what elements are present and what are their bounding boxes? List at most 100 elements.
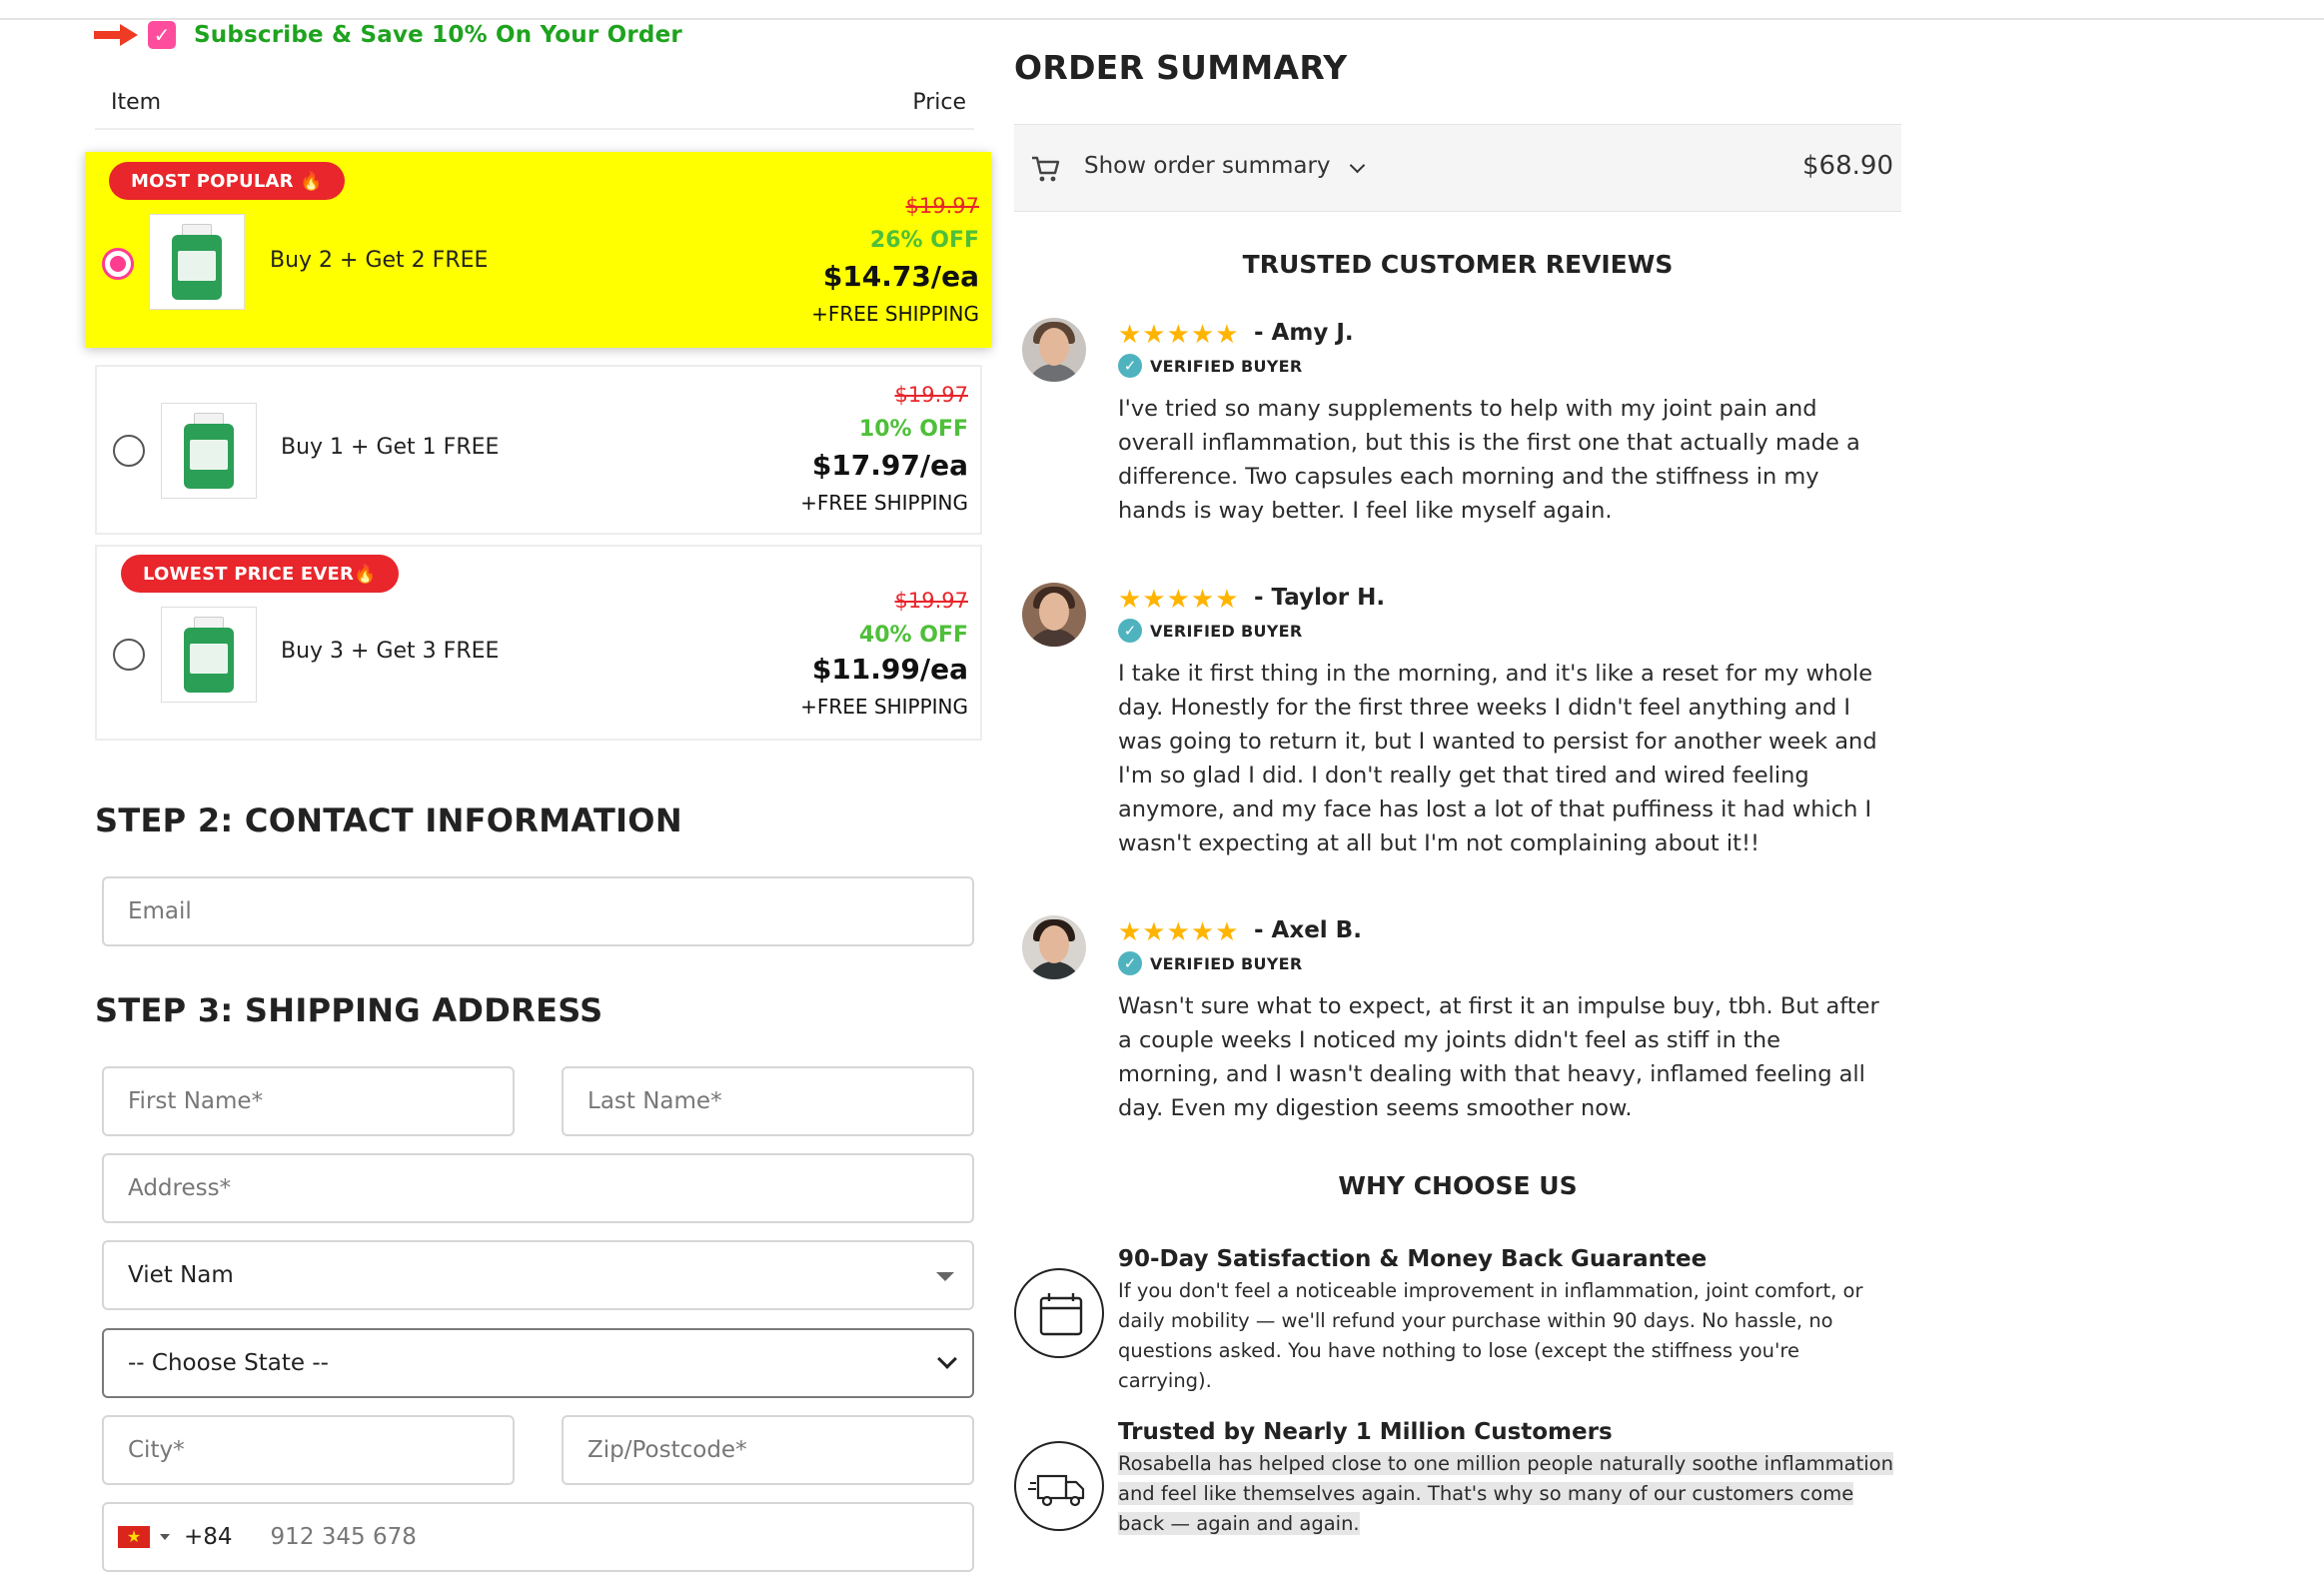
offer-radio[interactable] [113,435,145,467]
old-price: $19.97 [894,589,968,613]
offer-option-buy3get3[interactable]: LOWEST PRICE EVER🔥 Buy 3 + Get 3 FREE $1… [95,545,982,741]
email-field[interactable]: Email [102,876,974,946]
red-arrow-icon [94,24,140,46]
avatar [1022,583,1086,647]
old-price: $19.97 [905,194,979,218]
review-item: ★★★★★ - Amy J. ✓ VERIFIED BUYER I've tri… [1022,318,1901,538]
review-text: I take it first thing in the morning, an… [1118,661,1877,856]
trusted-customers-feature: Trusted by Nearly 1 Million Customers Ro… [1014,1417,1901,1557]
selected-text-highlight: Rosabella has helped close to one millio… [1118,1452,1893,1535]
verified-badge: ✓ VERIFIED BUYER [1118,354,1302,378]
chevron-down-icon[interactable] [1349,157,1366,174]
offer-option-buy2get2[interactable]: MOST POPULAR 🔥 Buy 2 + Get 2 FREE $19.97… [85,152,991,348]
five-star-rating-icon: ★★★★★ [1118,320,1240,350]
product-thumbnail [149,214,245,310]
delivery-truck-icon-graphic [1028,1474,1085,1507]
order-summary-toggle[interactable]: Show order summary $68.90 [1014,124,1901,212]
subscribe-checkbox[interactable]: ✓ [148,21,176,49]
review-item: ★★★★★ - Taylor H. ✓ VERIFIED BUYER I tak… [1022,583,1901,882]
offer-option-buy1get1[interactable]: Buy 1 + Get 1 FREE $19.97 10% OFF $17.97… [95,365,982,535]
dropdown-caret-icon [936,1272,954,1281]
chevron-down-icon [937,1349,957,1369]
unit-price: $14.73/ea [822,260,979,293]
product-thumbnail [161,403,257,499]
verified-check-icon: ✓ [1118,354,1142,378]
reviewer-name: - Taylor H. [1254,585,1386,611]
shopping-cart-icon [1032,156,1060,182]
verified-label: VERIFIED BUYER [1150,621,1303,641]
show-order-summary-label[interactable]: Show order summary [1084,153,1331,179]
unit-price: $11.99/ea [811,653,968,686]
email-placeholder: Email [128,898,192,924]
last-name-field[interactable]: Last Name* [562,1066,974,1136]
price-column-header: Price [912,90,966,115]
phone-dial-code: +84 [184,1524,233,1550]
most-popular-badge: MOST POPULAR 🔥 [109,162,345,200]
state-value: -- Choose State -- [128,1350,329,1376]
verified-label: VERIFIED BUYER [1150,356,1303,376]
why-choose-us-title: WHY CHOOSE US [1338,1171,1578,1200]
review-text: Wasn't sure what to expect, at first it … [1118,993,1879,1121]
five-star-rating-icon: ★★★★★ [1118,585,1240,615]
supplement-bottle-icon [172,224,222,300]
subscribe-label[interactable]: Subscribe & Save 10% On Your Order [194,22,682,48]
reviews-section-title: TRUSTED CUSTOMER REVIEWS [1242,250,1674,279]
avatar [1022,915,1086,979]
offer-name: Buy 1 + Get 1 FREE [281,435,500,460]
address-field[interactable]: Address* [102,1153,974,1223]
product-thumbnail [161,607,257,703]
first-name-field[interactable]: First Name* [102,1066,515,1136]
verified-label: VERIFIED BUYER [1150,953,1303,973]
address-placeholder: Address* [128,1175,232,1201]
discount-label: 10% OFF [858,417,968,442]
last-name-placeholder: Last Name* [587,1088,722,1114]
avatar [1022,318,1086,382]
verified-badge: ✓ VERIFIED BUYER [1118,951,1302,975]
feature-title: Trusted by Nearly 1 Million Customers [1118,1419,1613,1445]
calendar-icon [1014,1268,1104,1358]
vietnam-flag-icon[interactable]: ★ [118,1526,150,1548]
country-select[interactable]: Viet Nam [102,1240,974,1310]
unit-price: $17.97/ea [811,449,968,482]
verified-check-icon: ✓ [1118,951,1142,975]
supplement-bottle-icon [184,617,234,693]
reviewer-name: - Axel B. [1254,917,1362,943]
order-total: $68.90 [1802,151,1893,181]
old-price: $19.97 [894,383,968,407]
review-text: I've tried so many supplements to help w… [1118,396,1860,524]
country-value: Viet Nam [128,1262,234,1288]
country-code-caret-icon[interactable] [160,1534,170,1540]
checkmark-icon: ✓ [153,23,171,47]
shipping-label: +FREE SHIPPING [800,491,968,515]
items-table-header: Item Price [95,84,974,130]
five-star-rating-icon: ★★★★★ [1118,917,1240,947]
offer-name: Buy 2 + Get 2 FREE [270,248,489,273]
delivery-truck-icon [1014,1441,1104,1531]
shipping-label: +FREE SHIPPING [800,695,968,719]
subscribe-row: ✓ Subscribe & Save 10% On Your Order [94,18,682,52]
verified-check-icon: ✓ [1118,619,1142,643]
reviewer-name: - Amy J. [1254,320,1354,346]
feature-text: Rosabella has helped close to one millio… [1118,1449,1897,1539]
first-name-placeholder: First Name* [128,1088,264,1114]
verified-badge: ✓ VERIFIED BUYER [1118,619,1302,643]
calendar-icon-graphic [1039,1293,1083,1336]
offer-radio[interactable] [113,639,145,671]
city-field[interactable]: City* [102,1415,515,1485]
zip-placeholder: Zip/Postcode* [587,1437,747,1463]
item-column-header: Item [111,90,162,115]
city-placeholder: City* [128,1437,185,1463]
discount-label: 40% OFF [858,623,968,648]
offer-name: Buy 3 + Get 3 FREE [281,639,500,664]
feature-text: If you don't feel a noticeable improveme… [1118,1279,1863,1392]
order-summary-title: ORDER SUMMARY [1014,48,1348,87]
offer-radio[interactable] [102,248,134,280]
discount-label: 26% OFF [869,228,979,253]
zip-field[interactable]: Zip/Postcode* [562,1415,974,1485]
step2-title: STEP 2: CONTACT INFORMATION [95,801,682,839]
phone-field[interactable]: ★ +84 912 345 678 [102,1502,974,1572]
state-select[interactable]: -- Choose State -- [102,1328,974,1398]
review-item: ★★★★★ - Axel B. ✓ VERIFIED BUYER Wasn't … [1022,915,1901,1135]
supplement-bottle-icon [184,413,234,489]
feature-title: 90-Day Satisfaction & Money Back Guarant… [1118,1246,1708,1272]
